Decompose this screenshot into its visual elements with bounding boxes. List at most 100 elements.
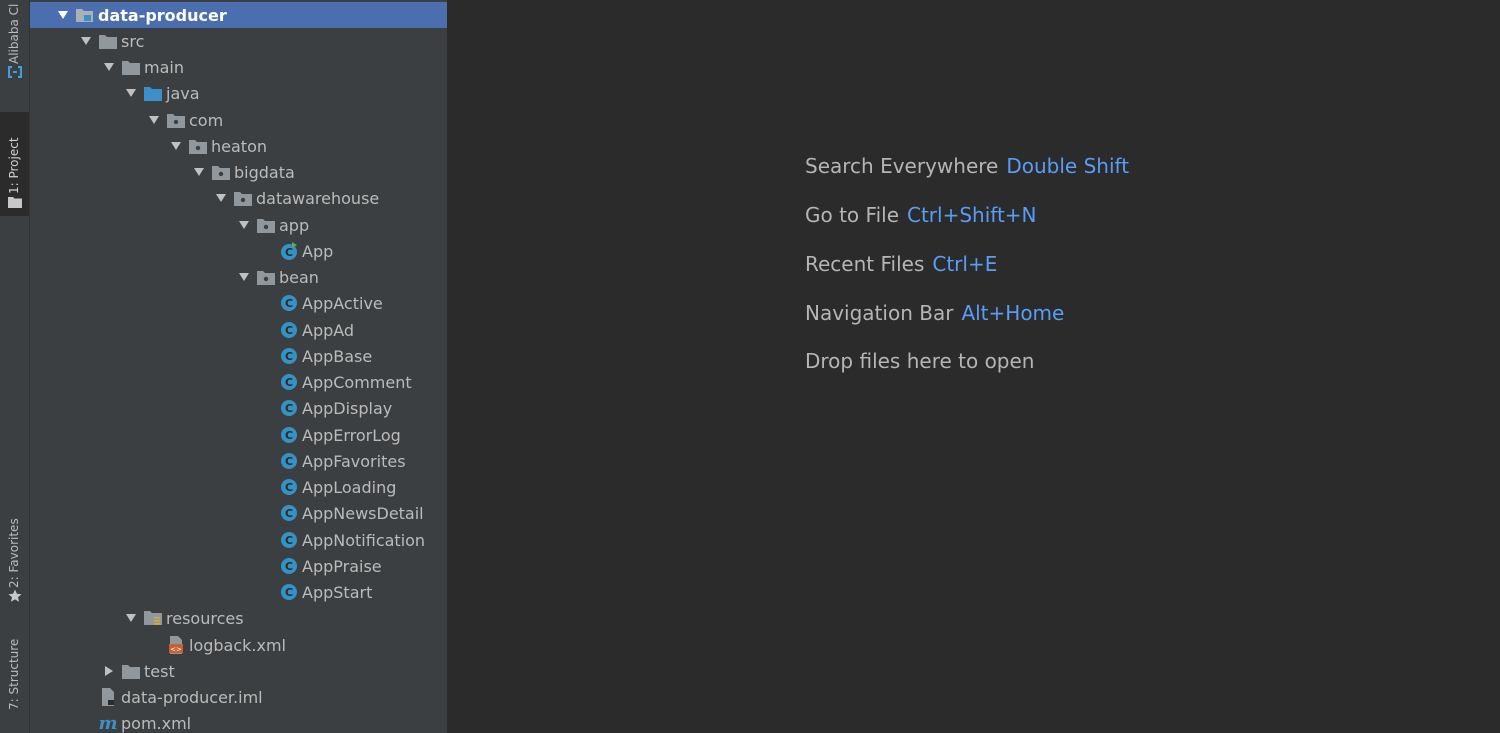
collapse-arrow-icon[interactable] bbox=[147, 113, 161, 127]
tree-node-app-package[interactable]: app bbox=[30, 212, 447, 238]
tree-node-heaton[interactable]: heaton bbox=[30, 133, 447, 159]
tree-node-label: heaton bbox=[211, 136, 267, 156]
class-icon: C bbox=[280, 347, 298, 365]
tree-node-src[interactable]: src bbox=[30, 28, 447, 54]
hint-shortcut: Ctrl+Shift+N bbox=[907, 203, 1037, 227]
module-file-icon bbox=[99, 688, 117, 706]
collapse-arrow-icon[interactable] bbox=[169, 139, 183, 153]
tree-node-label: AppErrorLog bbox=[302, 425, 401, 445]
tree-node-logback[interactable]: <> logback.xml bbox=[30, 632, 447, 658]
tree-node-label: data-producer.iml bbox=[121, 687, 263, 707]
tree-node-class[interactable]: C AppFavorites bbox=[30, 448, 447, 474]
hint-search-everywhere: Search Everywhere Double Shift bbox=[805, 154, 1129, 178]
tree-node-class[interactable]: C AppNotification bbox=[30, 527, 447, 553]
folder-icon bbox=[99, 32, 117, 50]
svg-text:C: C bbox=[285, 586, 293, 599]
module-folder-icon bbox=[76, 6, 94, 24]
tree-node-class[interactable]: C AppLoading bbox=[30, 474, 447, 500]
tree-node-label: AppStart bbox=[302, 582, 373, 602]
project-tab-label: 1: Project bbox=[7, 137, 21, 194]
svg-text:C: C bbox=[285, 507, 293, 520]
collapse-arrow-icon[interactable] bbox=[79, 34, 93, 48]
alibaba-cloud-tab[interactable]: Alibaba Cl bbox=[0, 0, 29, 86]
tree-node-bean-package[interactable]: bean bbox=[30, 264, 447, 290]
folder-icon bbox=[122, 58, 140, 76]
collapse-arrow-icon[interactable] bbox=[124, 611, 138, 625]
tree-node-app-class[interactable]: C App bbox=[30, 238, 447, 264]
maven-icon: m bbox=[98, 712, 118, 733]
collapse-arrow-icon[interactable] bbox=[102, 60, 116, 74]
tree-node-label: java bbox=[166, 83, 200, 103]
tree-node-label: AppLoading bbox=[302, 477, 397, 497]
tree-node-bigdata[interactable]: bigdata bbox=[30, 159, 447, 185]
tree-node-label: AppNotification bbox=[302, 530, 426, 550]
collapse-arrow-icon[interactable] bbox=[237, 270, 251, 284]
tree-node-resources[interactable]: resources bbox=[30, 605, 447, 631]
tree-node-class[interactable]: C AppBase bbox=[30, 343, 447, 369]
collapse-arrow-icon[interactable] bbox=[192, 165, 206, 179]
runnable-class-icon: C bbox=[280, 242, 298, 260]
alibaba-cloud-icon bbox=[7, 64, 23, 80]
tree-node-label: bean bbox=[279, 267, 319, 287]
favorites-tab-label: 2: Favorites bbox=[7, 518, 21, 588]
tree-node-java[interactable]: java bbox=[30, 80, 447, 106]
resources-folder-icon bbox=[144, 609, 162, 627]
collapse-arrow-icon[interactable] bbox=[214, 191, 228, 205]
hint-recent-files: Recent Files Ctrl+E bbox=[805, 252, 997, 276]
tree-node-class[interactable]: C AppErrorLog bbox=[30, 422, 447, 448]
tree-node-label: logback.xml bbox=[189, 635, 286, 655]
package-icon bbox=[257, 216, 275, 234]
favorites-tab[interactable]: 2: Favorites bbox=[0, 510, 29, 612]
tree-node-label: AppNewsDetail bbox=[302, 503, 424, 523]
editor-empty-area[interactable]: Search Everywhere Double Shift Go to File… bbox=[447, 0, 1500, 733]
svg-text:C: C bbox=[285, 402, 293, 415]
tree-node-test[interactable]: test bbox=[30, 658, 447, 684]
package-icon bbox=[212, 163, 230, 181]
hint-label: Go to File bbox=[805, 203, 899, 227]
tree-node-label: App bbox=[302, 241, 334, 261]
tree-node-root[interactable]: data-producer bbox=[30, 2, 447, 28]
tree-node-label: main bbox=[144, 57, 184, 77]
hint-shortcut: Double Shift bbox=[1006, 154, 1130, 178]
tree-node-label: data-producer bbox=[98, 5, 227, 25]
tree-node-class[interactable]: C AppPraise bbox=[30, 553, 447, 579]
svg-text:C: C bbox=[285, 324, 293, 337]
tree-node-datawarehouse[interactable]: datawarehouse bbox=[30, 185, 447, 211]
tool-window-strip: Alibaba Cl 1: Project 2: Favorites 7: St… bbox=[0, 0, 30, 733]
project-panel: data-producer src main java com heaton b… bbox=[30, 0, 447, 733]
class-icon: C bbox=[280, 504, 298, 522]
package-icon bbox=[167, 111, 185, 129]
tree-node-class[interactable]: C AppActive bbox=[30, 290, 447, 316]
class-icon: C bbox=[280, 557, 298, 575]
svg-text:C: C bbox=[285, 455, 293, 468]
tree-node-label: datawarehouse bbox=[256, 188, 380, 208]
tree-node-main[interactable]: main bbox=[30, 54, 447, 80]
xml-file-icon: <> bbox=[167, 636, 185, 654]
project-tab[interactable]: 1: Project bbox=[0, 112, 29, 216]
tree-node-class[interactable]: C AppNewsDetail bbox=[30, 500, 447, 526]
tree-node-class[interactable]: C AppDisplay bbox=[30, 395, 447, 421]
tree-node-class[interactable]: C AppAd bbox=[30, 317, 447, 343]
tree-node-com[interactable]: com bbox=[30, 107, 447, 133]
svg-text:C: C bbox=[285, 297, 293, 310]
class-icon: C bbox=[280, 452, 298, 470]
structure-tab[interactable]: 7: Structure bbox=[0, 630, 29, 720]
class-icon: C bbox=[280, 373, 298, 391]
tree-node-label: AppBase bbox=[302, 346, 373, 366]
tree-node-class[interactable]: C AppComment bbox=[30, 369, 447, 395]
tree-node-iml[interactable]: data-producer.iml bbox=[30, 684, 447, 710]
project-folder-icon bbox=[7, 194, 23, 210]
expand-arrow-icon[interactable] bbox=[102, 664, 116, 678]
collapse-arrow-icon[interactable] bbox=[237, 218, 251, 232]
svg-text:C: C bbox=[285, 246, 293, 259]
collapse-arrow-icon[interactable] bbox=[124, 86, 138, 100]
hint-shortcut: Alt+Home bbox=[961, 301, 1065, 325]
tree-node-class[interactable]: C AppStart bbox=[30, 579, 447, 605]
tree-node-pom[interactable]: m pom.xml bbox=[30, 710, 447, 733]
svg-text:C: C bbox=[285, 560, 293, 573]
hint-label: Navigation Bar bbox=[805, 301, 954, 325]
collapse-arrow-icon[interactable] bbox=[56, 8, 70, 22]
hint-navigation-bar: Navigation Bar Alt+Home bbox=[805, 301, 1064, 325]
class-icon: C bbox=[280, 583, 298, 601]
svg-text:C: C bbox=[285, 429, 293, 442]
